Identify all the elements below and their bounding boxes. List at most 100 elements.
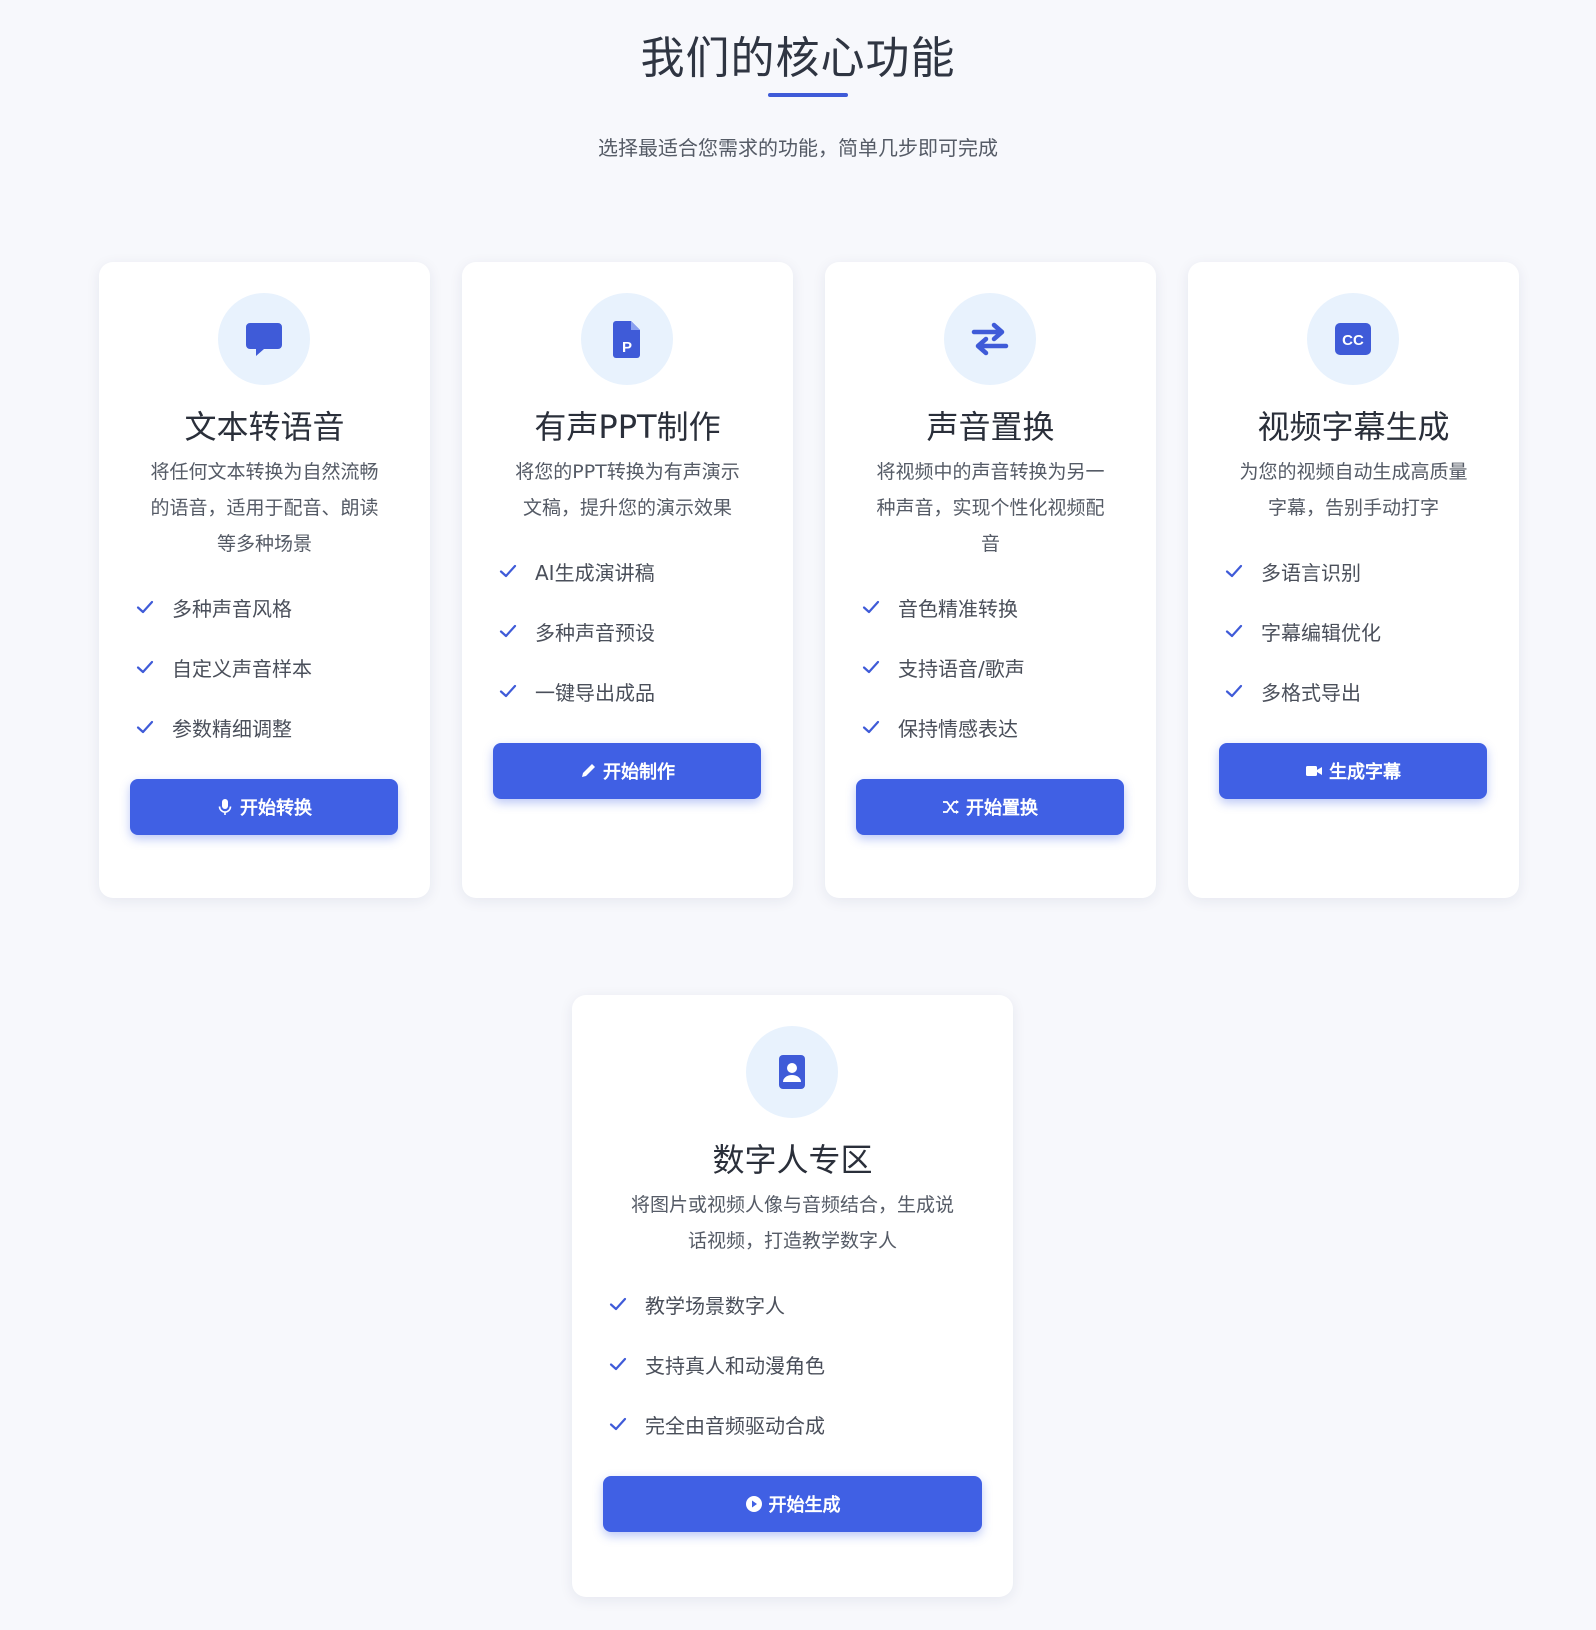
feature-label: 支持语音/歌声	[898, 656, 1025, 681]
button-label: 开始生成	[768, 1495, 841, 1516]
card-desc-line: 文稿，提升您的演示效果	[522, 497, 732, 519]
start-make-button[interactable]: 开始制作	[493, 743, 761, 799]
check-icon	[609, 1417, 627, 1431]
card-desc-line: 音	[980, 533, 1000, 555]
feature-label: 自定义声音样本	[172, 656, 312, 681]
feature-label: 一键导出成品	[535, 680, 655, 705]
microphone-icon	[218, 799, 232, 815]
check-icon	[136, 660, 154, 674]
generate-subtitles-button[interactable]: 生成字幕	[1219, 743, 1487, 799]
feature-item: 一键导出成品	[499, 661, 769, 721]
card-desc-line: 将您的PPT转换为有声演示	[515, 461, 740, 483]
section-title: 我们的核心功能	[640, 33, 956, 84]
title-underline	[768, 93, 848, 97]
card-desc: 将视频中的声音转换为另一 种声音，实现个性化视频配 音	[845, 454, 1136, 562]
feature-list: 音色精准转换 支持语音/歌声 保持情感表达	[862, 577, 1132, 757]
start-generate-button[interactable]: 开始生成	[603, 1476, 982, 1532]
video-camera-icon	[1306, 766, 1322, 776]
check-icon	[136, 600, 154, 614]
card-desc: 将您的PPT转换为有声演示 文稿，提升您的演示效果	[482, 454, 773, 526]
card-desc: 将任何文本转换为自然流畅 的语音，适用于配音、朗读 等多种场景	[119, 454, 410, 562]
feature-card-ppt: P 有声PPT制作 将您的PPT转换为有声演示 文稿，提升您的演示效果 AI生成…	[462, 262, 793, 898]
svg-text:P: P	[622, 339, 632, 356]
feature-label: 完全由音频驱动合成	[645, 1413, 825, 1438]
check-icon	[499, 564, 517, 578]
start-swap-button[interactable]: 开始置换	[856, 779, 1124, 835]
card-title: 视频字幕生成	[1257, 408, 1450, 446]
card-desc: 将图片或视频人像与音频结合，生成说 话视频，打造教学数字人	[592, 1187, 993, 1259]
feature-card-subtitles: CC 视频字幕生成 为您的视频自动生成高质量 字幕，告别手动打字 多语言识别 字…	[1188, 262, 1519, 898]
section-subtitle: 选择最适合您需求的功能，简单几步即可完成	[598, 136, 998, 160]
feature-item: 多种声音预设	[499, 601, 769, 661]
check-icon	[862, 600, 880, 614]
feature-list: AI生成演讲稿 多种声音预设 一键导出成品	[499, 541, 769, 721]
check-icon	[609, 1297, 627, 1311]
feature-item: 自定义声音样本	[136, 637, 406, 697]
button-label: 开始转换	[240, 798, 312, 819]
feature-card-digital-human: 数字人专区 将图片或视频人像与音频结合，生成说 话视频，打造教学数字人 教学场景…	[572, 995, 1013, 1597]
feature-label: 多语言识别	[1261, 560, 1361, 585]
feature-item: 参数精细调整	[136, 697, 406, 757]
feature-label: AI生成演讲稿	[535, 560, 655, 585]
button-label: 开始置换	[966, 798, 1038, 819]
feature-label: 字幕编辑优化	[1261, 620, 1381, 645]
feature-item: 教学场景数字人	[609, 1274, 979, 1334]
card-desc-line: 将图片或视频人像与音频结合，生成说	[630, 1194, 954, 1216]
card-desc-line: 将视频中的声音转换为另一	[876, 461, 1105, 483]
card-desc-line: 话视频，打造教学数字人	[687, 1230, 897, 1252]
id-badge-icon	[746, 1026, 838, 1118]
check-icon	[1225, 684, 1243, 698]
feature-item: 完全由音频驱动合成	[609, 1394, 979, 1454]
feature-list: 多种声音风格 自定义声音样本 参数精细调整	[136, 577, 406, 757]
feature-item: 保持情感表达	[862, 697, 1132, 757]
closed-caption-icon: CC	[1307, 293, 1399, 385]
speech-bubble-icon	[218, 293, 310, 385]
feature-item: 字幕编辑优化	[1225, 601, 1495, 661]
card-desc-line: 的语音，适用于配音、朗读	[150, 497, 379, 519]
check-icon	[862, 660, 880, 674]
svg-text:CC: CC	[1342, 332, 1364, 349]
feature-item: AI生成演讲稿	[499, 541, 769, 601]
feature-label: 多格式导出	[1261, 680, 1361, 705]
button-label: 开始制作	[603, 762, 675, 783]
feature-item: 多语言识别	[1225, 541, 1495, 601]
feature-item: 支持语音/歌声	[862, 637, 1132, 697]
card-desc-line: 为您的视频自动生成高质量	[1239, 461, 1468, 483]
feature-item: 音色精准转换	[862, 577, 1132, 637]
feature-label: 多种声音风格	[172, 596, 292, 621]
check-icon	[136, 720, 154, 734]
feature-card-voice-swap: 声音置换 将视频中的声音转换为另一 种声音，实现个性化视频配 音 音色精准转换 …	[825, 262, 1156, 898]
card-desc-line: 将任何文本转换为自然流畅	[150, 461, 379, 483]
play-circle-icon	[745, 1496, 762, 1512]
feature-item: 多格式导出	[1225, 661, 1495, 721]
ppt-file-icon: P	[581, 293, 673, 385]
feature-label: 多种声音预设	[535, 620, 655, 645]
card-title: 文本转语音	[184, 408, 345, 446]
card-desc-line: 字幕，告别手动打字	[1267, 497, 1439, 519]
check-icon	[499, 624, 517, 638]
button-label: 生成字幕	[1329, 762, 1401, 783]
feature-label: 支持真人和动漫角色	[645, 1353, 825, 1378]
pencil-icon	[582, 764, 595, 777]
feature-label: 教学场景数字人	[645, 1293, 785, 1318]
check-icon	[609, 1357, 627, 1371]
feature-item: 多种声音风格	[136, 577, 406, 637]
feature-label: 保持情感表达	[898, 716, 1018, 741]
feature-item: 支持真人和动漫角色	[609, 1334, 979, 1394]
card-desc-line: 种声音，实现个性化视频配	[876, 497, 1105, 519]
card-desc-line: 等多种场景	[216, 533, 312, 555]
card-desc: 为您的视频自动生成高质量 字幕，告别手动打字	[1208, 454, 1499, 526]
feature-list: 教学场景数字人 支持真人和动漫角色 完全由音频驱动合成	[609, 1274, 979, 1454]
card-title: 声音置换	[926, 408, 1055, 446]
check-icon	[1225, 564, 1243, 578]
feature-label: 音色精准转换	[898, 596, 1018, 621]
swap-arrows-icon	[944, 293, 1036, 385]
feature-label: 参数精细调整	[172, 716, 292, 741]
card-title: 数字人专区	[712, 1141, 873, 1179]
check-icon	[499, 684, 517, 698]
check-icon	[862, 720, 880, 734]
check-icon	[1225, 624, 1243, 638]
feature-list: 多语言识别 字幕编辑优化 多格式导出	[1225, 541, 1495, 721]
start-convert-button[interactable]: 开始转换	[130, 779, 398, 835]
feature-card-tts: 文本转语音 将任何文本转换为自然流畅 的语音，适用于配音、朗读 等多种场景 多种…	[99, 262, 430, 898]
